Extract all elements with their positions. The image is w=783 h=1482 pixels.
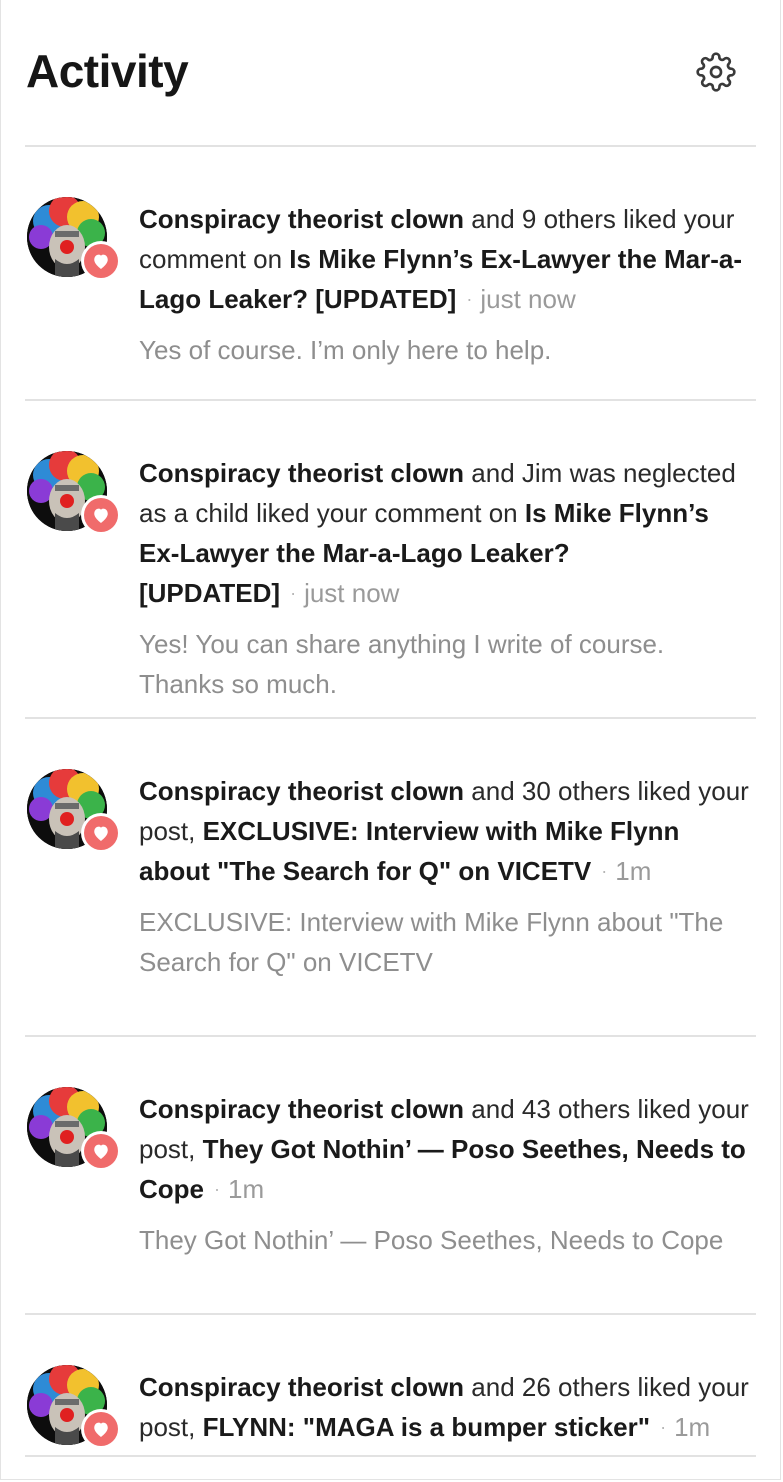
like-badge bbox=[81, 495, 121, 535]
activity-item[interactable]: Conspiracy theorist clown and 26 others … bbox=[25, 1315, 756, 1457]
activity-header: Activity bbox=[25, 0, 756, 147]
heart-icon bbox=[94, 826, 108, 841]
activity-text: Conspiracy theorist clown and 26 others … bbox=[139, 1367, 756, 1467]
timestamp: 1m bbox=[228, 1174, 265, 1204]
timestamp: 1m bbox=[615, 856, 652, 886]
activity-item[interactable]: Conspiracy theorist clown and 30 others … bbox=[25, 719, 756, 1037]
post-snippet: They Got Nothin’ — Poso Seethes, Needs t… bbox=[139, 1225, 724, 1255]
actor-name[interactable]: Conspiracy theorist clown bbox=[139, 1094, 464, 1124]
activity-item[interactable]: Conspiracy theorist clown and Jim was ne… bbox=[25, 401, 756, 719]
separator-dot: · bbox=[466, 289, 473, 309]
actor-name[interactable]: Conspiracy theorist clown bbox=[139, 204, 464, 234]
gear-icon[interactable] bbox=[696, 52, 736, 92]
separator-dot: · bbox=[660, 1417, 667, 1437]
avatar-group bbox=[27, 451, 121, 535]
heart-icon bbox=[94, 508, 108, 523]
actor-name[interactable]: Conspiracy theorist clown bbox=[139, 458, 464, 488]
comment-snippet: Yes! You can share anything I write of c… bbox=[139, 629, 665, 699]
timestamp: just now bbox=[480, 284, 576, 314]
activity-item[interactable]: Conspiracy theorist clown and 43 others … bbox=[25, 1037, 756, 1315]
timestamp: 1m bbox=[674, 1412, 711, 1442]
activity-text: Conspiracy theorist clown and 9 others l… bbox=[139, 199, 756, 370]
like-badge bbox=[81, 813, 121, 853]
heart-icon bbox=[94, 1144, 108, 1159]
separator-dot: · bbox=[601, 861, 608, 881]
activity-text: Conspiracy theorist clown and 43 others … bbox=[139, 1089, 756, 1260]
actor-name[interactable]: Conspiracy theorist clown bbox=[139, 1372, 464, 1402]
activity-item[interactable]: Conspiracy theorist clown and 9 others l… bbox=[25, 147, 756, 401]
avatar-group bbox=[27, 197, 121, 281]
avatar-group bbox=[27, 769, 121, 853]
avatar-group bbox=[27, 1365, 121, 1449]
heart-icon bbox=[94, 1422, 108, 1437]
post-snippet: EXCLUSIVE: Interview with Mike Flynn abo… bbox=[139, 907, 724, 977]
separator-dot: · bbox=[214, 1179, 220, 1199]
like-badge bbox=[81, 1409, 121, 1449]
like-badge bbox=[81, 241, 121, 281]
separator-dot: · bbox=[290, 583, 297, 603]
target-link[interactable]: FLYNN: "MAGA is a bumper sticker" bbox=[203, 1412, 651, 1442]
actor-name[interactable]: Conspiracy theorist clown bbox=[139, 776, 464, 806]
avatar-group bbox=[27, 1087, 121, 1171]
timestamp: just now bbox=[304, 578, 400, 608]
heart-icon bbox=[94, 254, 108, 269]
like-badge bbox=[81, 1131, 121, 1171]
page-title: Activity bbox=[26, 45, 189, 97]
comment-snippet: Yes of course. I’m only here to help. bbox=[139, 335, 552, 365]
activity-text: Conspiracy theorist clown and Jim was ne… bbox=[139, 453, 756, 704]
activity-panel: Activity Conspiracy theorist clown and 9… bbox=[0, 0, 781, 1480]
activity-text: Conspiracy theorist clown and 30 others … bbox=[139, 771, 756, 982]
